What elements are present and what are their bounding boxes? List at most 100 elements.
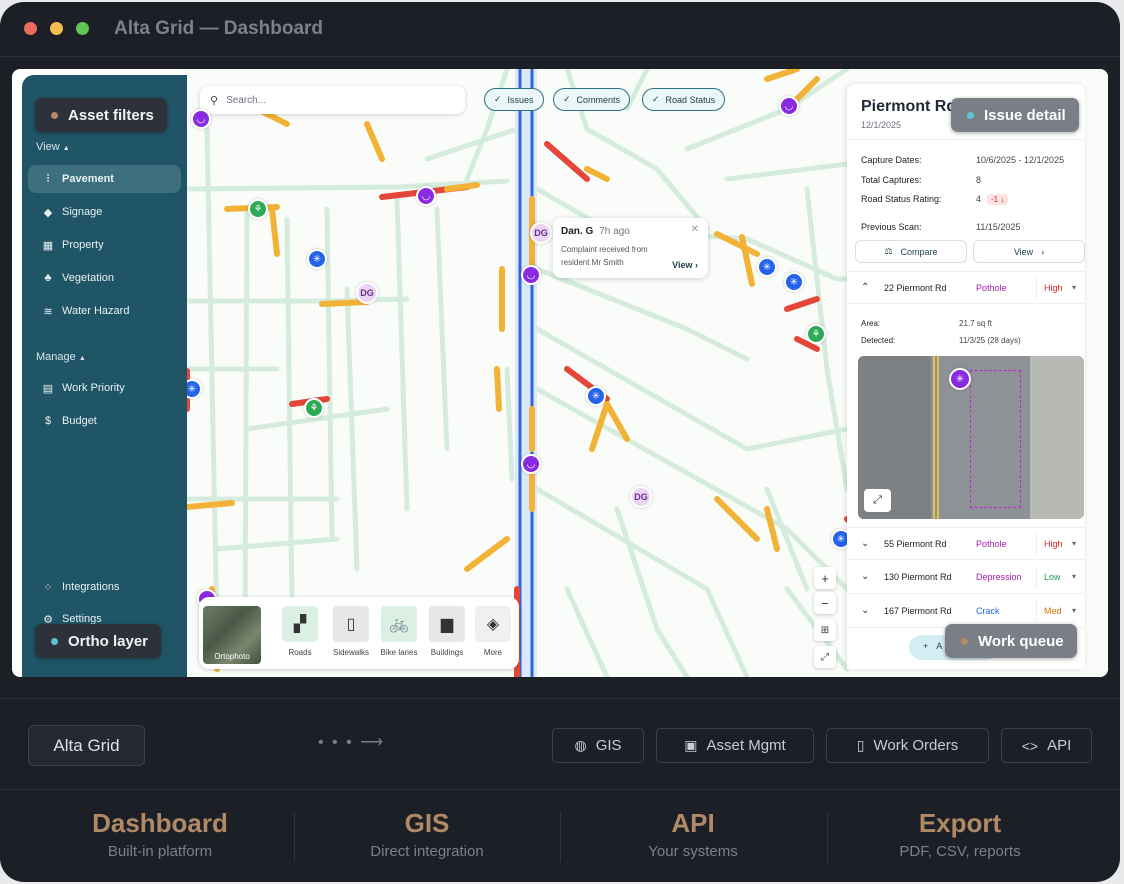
- severity-select[interactable]: High ▾: [1036, 277, 1082, 299]
- layer-roads[interactable]: ▞ Roads: [278, 606, 322, 657]
- severity-select[interactable]: Med ▾: [1036, 600, 1082, 622]
- globe-icon: ◍: [574, 737, 587, 753]
- code-icon: <>: [1021, 737, 1039, 754]
- issue-marker-crack[interactable]: ✳: [757, 257, 777, 277]
- close-window-button[interactable]: [24, 22, 37, 35]
- sprout-icon: ⚘: [309, 402, 319, 414]
- severity-select[interactable]: Low ▾: [1036, 566, 1082, 588]
- issue-marker-pothole[interactable]: ◡: [191, 109, 211, 129]
- comment-text: Complaint received from resident Mr Smit…: [561, 245, 648, 267]
- capture-dates-value: 10/6/2025 - 12/1/2025: [976, 155, 1065, 165]
- buildings-icon: ▆: [429, 606, 465, 642]
- comment-view-link[interactable]: View ›: [672, 260, 698, 270]
- issue-marker-vegetation[interactable]: ⚘: [304, 398, 324, 418]
- scale-icon: ⚖: [884, 246, 893, 256]
- sidebar-item-integrations[interactable]: ⁘ Integrations: [28, 573, 181, 601]
- map-canvas[interactable]: ⚲ Search... ✓ Issues ✓ Comments ✓ Road Statu…: [187, 69, 1108, 677]
- sidebar-item-signage[interactable]: ◆ Signage: [28, 198, 181, 226]
- crack-icon: ✳: [762, 261, 772, 273]
- filter-chip-road-status[interactable]: ✓ Road Status: [642, 88, 726, 111]
- check-icon: ✓: [494, 94, 502, 104]
- issue-photo[interactable]: ✳ ⤢: [858, 356, 1084, 519]
- issue-marker-crack[interactable]: ✳: [586, 386, 606, 406]
- issue-marker-crack[interactable]: ✳: [307, 249, 327, 269]
- stat-export: Export PDF, CSV, reports: [899, 808, 1021, 860]
- sidebar: View ▲ ⫶ Pavement ◆ Signage ▦ Property ♣ Veg…: [22, 75, 187, 677]
- comment-avatar-marker[interactable]: DG: [356, 282, 378, 304]
- crack-icon: ✳: [949, 368, 971, 390]
- compare-button[interactable]: ⚖ Compare: [855, 240, 967, 263]
- check-icon: ✓: [563, 94, 571, 104]
- comment-avatar-marker[interactable]: DG: [630, 486, 652, 508]
- chevron-down-icon: ⌄: [861, 538, 870, 549]
- callout-asset-filters: Asset filters: [35, 98, 167, 132]
- sidebar-item-vegetation[interactable]: ♣ Vegetation: [28, 264, 181, 292]
- sidebar-item-water-hazard[interactable]: ≋ Water Hazard: [28, 297, 181, 325]
- tree-icon: ♣: [44, 272, 52, 284]
- pothole-icon: ◡: [784, 100, 794, 112]
- issue-marker-vegetation[interactable]: ⚘: [248, 199, 268, 219]
- fullscreen-button[interactable]: ⤢: [814, 646, 836, 668]
- ortho-layer-toggle[interactable]: Ortophoto: [201, 604, 263, 666]
- chevron-up-icon: ▲: [78, 355, 86, 362]
- sidebar-item-work-priority[interactable]: ▤ Work Priority: [28, 374, 181, 402]
- layer-more[interactable]: ◈ More: [471, 606, 515, 657]
- zoom-in-button[interactable]: +: [814, 567, 836, 589]
- integration-gis[interactable]: ◍ GIS: [552, 728, 644, 763]
- dropdown-icon: ▾: [1071, 572, 1076, 581]
- issue-marker-pothole[interactable]: ◡: [779, 96, 799, 116]
- sidebar-item-property[interactable]: ▦ Property: [28, 231, 181, 259]
- document-icon: ▯: [856, 737, 865, 753]
- crack-icon: ✳: [789, 276, 799, 288]
- clipboard-icon: ▤: [42, 382, 54, 395]
- issue-row[interactable]: ⌄ 130 Piermont Rd Depression Low ▾: [847, 561, 1085, 594]
- add-comment-button[interactable]: ⊞: [814, 619, 836, 641]
- rating-change-badge: -1 ↓: [987, 194, 1009, 205]
- sidebar-item-budget[interactable]: $ Budget: [28, 407, 181, 435]
- issue-marker-crack[interactable]: ✳: [784, 272, 804, 292]
- sprout-icon: ⚘: [811, 328, 821, 340]
- layer-sidewalks[interactable]: ▯ Sidewalks: [329, 606, 373, 657]
- integration-api[interactable]: <> API: [1001, 728, 1092, 763]
- expand-photo-button[interactable]: ⤢: [864, 489, 891, 512]
- filter-chip-issues[interactable]: ✓ Issues: [484, 88, 544, 111]
- comment-avatar-marker[interactable]: DG: [530, 222, 552, 244]
- issue-marker-pothole[interactable]: ◡: [416, 186, 436, 206]
- integration-asset-mgmt[interactable]: ▣ Asset Mgmt: [656, 728, 814, 763]
- severity-select[interactable]: High ▾: [1036, 533, 1082, 555]
- issue-marker-pothole[interactable]: ◡: [521, 265, 541, 285]
- flow-arrow-icon: • • • ⟶: [318, 734, 386, 751]
- map-search-input[interactable]: ⚲ Search...: [200, 86, 465, 114]
- integration-work-orders[interactable]: ▯ Work Orders: [826, 728, 989, 763]
- minimize-window-button[interactable]: [50, 22, 63, 35]
- roads-icon: ▞: [282, 606, 318, 642]
- divider: [560, 812, 561, 862]
- sprout-icon: ⚘: [253, 203, 263, 215]
- issue-marker-vegetation[interactable]: ⚘: [806, 324, 826, 344]
- app-window: Alta Grid — Dashboard View ▲ ⫶ Pavement ◆…: [0, 2, 1120, 882]
- dashboard-app: View ▲ ⫶ Pavement ◆ Signage ▦ Property ♣ Veg…: [12, 69, 1108, 677]
- view-button[interactable]: View ›: [973, 240, 1085, 263]
- zoom-out-button[interactable]: −: [814, 592, 836, 614]
- check-icon: ✓: [652, 94, 660, 104]
- view-section-header[interactable]: View ▲: [36, 141, 70, 153]
- close-icon[interactable]: ✕: [691, 224, 699, 235]
- issue-row[interactable]: ⌄ 55 Piermont Rd Pothole High ▾: [847, 527, 1085, 560]
- layer-bike-lanes[interactable]: 🚲 Bike lanes: [377, 606, 421, 657]
- capture-dates-label: Capture Dates:: [861, 155, 922, 165]
- divider: [294, 812, 295, 862]
- layer-buildings[interactable]: ▆ Buildings: [425, 606, 469, 657]
- maximize-window-button[interactable]: [76, 22, 89, 35]
- issue-marker-pothole[interactable]: ◡: [521, 454, 541, 474]
- stat-api: API Your systems: [648, 808, 738, 860]
- pothole-icon: ◡: [526, 269, 536, 281]
- title-bar: Alta Grid — Dashboard: [0, 2, 1120, 57]
- filter-chip-comments[interactable]: ✓ Comments: [553, 88, 631, 111]
- crack-icon: ✳: [187, 383, 197, 395]
- integration-bar: Alta Grid • • • ⟶ ◍ GIS ▣ Asset Mgmt ▯ Work…: [0, 698, 1120, 790]
- expand-icon: ⤢: [821, 651, 829, 663]
- sidebar-item-pavement[interactable]: ⫶ Pavement: [28, 165, 181, 193]
- callout-work-queue: Work queue: [945, 624, 1077, 658]
- issue-row-expanded[interactable]: ⌃ 22 Piermont Rd Pothole High ▾: [847, 271, 1085, 304]
- manage-section-header[interactable]: Manage ▲: [36, 351, 86, 363]
